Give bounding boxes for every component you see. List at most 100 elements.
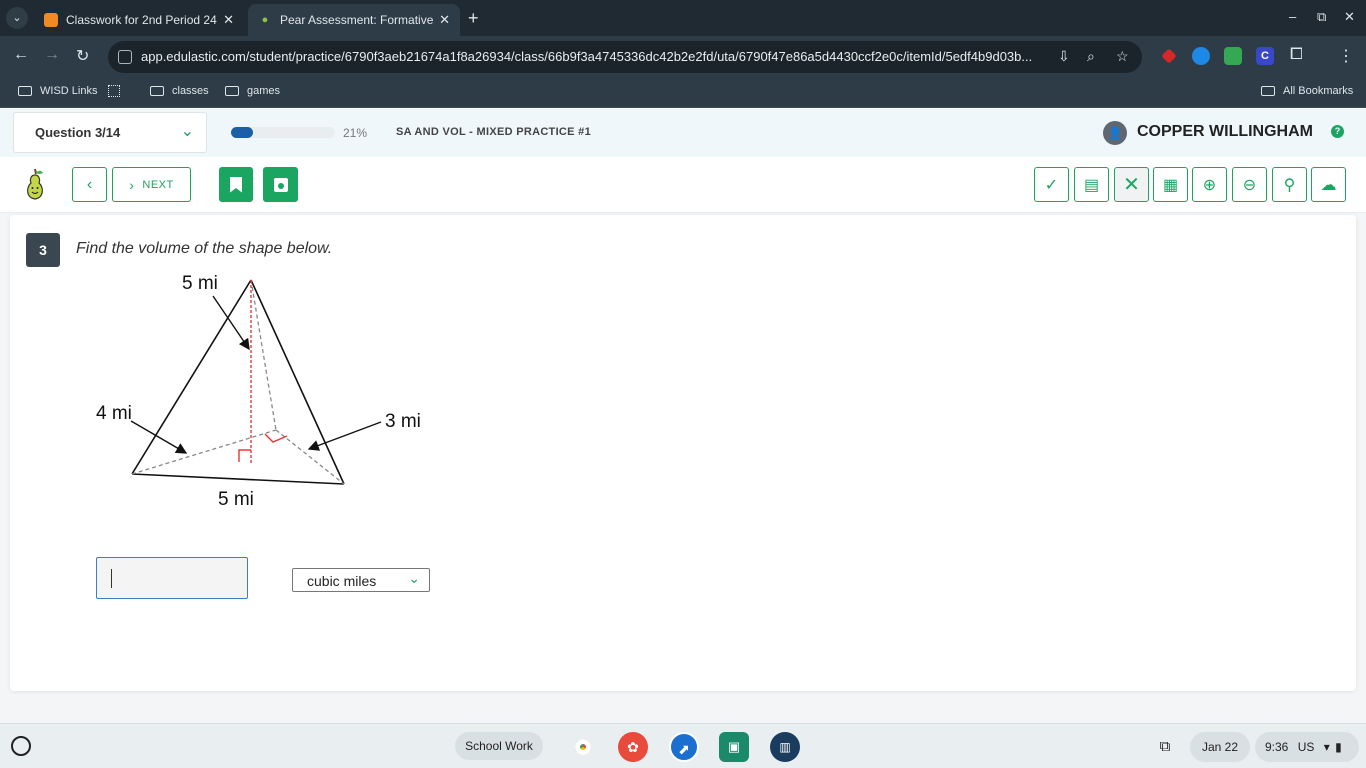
answer-eliminator-button[interactable]: ✕ — [1114, 167, 1149, 202]
answer-input-box[interactable] — [96, 557, 248, 599]
tab-pear-assessment[interactable]: ● Pear Assessment: Formative as ✕ — [248, 4, 460, 36]
pear-logo-icon — [27, 168, 43, 200]
status-tray[interactable]: 9:36 US ▾ ▮ — [1255, 732, 1359, 762]
extension-green-icon[interactable] — [1224, 47, 1242, 65]
folder-icon — [1261, 86, 1275, 96]
restore-icon[interactable]: ⧉ — [1317, 9, 1326, 25]
scratchpad-icon: ▤ — [1083, 176, 1100, 194]
bookmark-classes[interactable]: classes — [150, 85, 209, 97]
apps-grid-icon[interactable] — [108, 85, 128, 97]
launcher-icon[interactable] — [11, 736, 31, 756]
chevron-down-icon: ⌄ — [180, 123, 194, 140]
clipboard-icon[interactable]: ⧉ — [1150, 732, 1180, 762]
app-arrow-icon[interactable]: ⬈ — [669, 732, 699, 762]
locale: US — [1297, 740, 1315, 754]
all-bookmarks[interactable]: All Bookmarks — [1261, 85, 1353, 97]
zoom-out-icon: ⊖ — [1242, 176, 1257, 194]
user-avatar-icon[interactable]: 👤 — [1103, 121, 1127, 145]
text-caret — [111, 569, 112, 588]
scratchpad-button[interactable]: ▤ — [1074, 167, 1109, 202]
minimize-icon[interactable]: – — [1289, 9, 1296, 24]
tab-search-button[interactable]: ⌄ — [6, 7, 28, 29]
reload-icon[interactable]: ↻ — [76, 46, 89, 66]
next-button[interactable]: › NEXT — [112, 167, 191, 202]
install-app-icon[interactable]: ⇩ — [1058, 48, 1070, 65]
extension-pen-icon[interactable] — [1161, 48, 1177, 64]
folder-icon — [18, 86, 32, 96]
assessment-toolbar: ‹ › NEXT ✓ ▤ ✕ ▦ ⊕ ⊖ ⚲ ☁ — [0, 157, 1366, 213]
check-answer-button[interactable]: ✓ — [1034, 167, 1069, 202]
back-icon[interactable]: ← — [13, 46, 29, 64]
zoom-out-button[interactable]: ⊖ — [1232, 167, 1267, 202]
unit-selected-value: cubic miles — [307, 573, 377, 589]
unit-dropdown[interactable]: cubic miles ⌄ — [292, 568, 430, 592]
progress-fill — [231, 127, 253, 138]
pyramid-figure: 5 mi 4 mi 3 mi 5 mi — [96, 273, 421, 510]
tab-close-icon[interactable]: ✕ — [439, 12, 450, 28]
left-edge-label: 4 mi — [96, 403, 132, 424]
assignment-title: SA AND VOL - MIXED PRACTICE #1 — [396, 126, 592, 138]
save-icon — [273, 177, 288, 192]
app-chart-icon[interactable]: ▥ — [770, 732, 800, 762]
bookmarks-bar: WISD Links classes games All Bookmarks — [0, 78, 1366, 108]
magnifier-button[interactable]: ⚲ — [1272, 167, 1307, 202]
extension-blue-icon[interactable] — [1192, 47, 1210, 65]
wifi-icon: ▾ — [1323, 740, 1330, 754]
question-number: 3 — [26, 233, 60, 267]
extensions-puzzle-icon[interactable]: ⧠ — [1290, 46, 1303, 64]
browser-tabstrip: ⌄ Classwork for 2nd Period 24-25 ✕ ● Pea… — [0, 0, 1366, 36]
folder-icon — [150, 86, 164, 96]
height-label: 5 mi — [182, 273, 218, 294]
bookmark-star-icon[interactable]: ☆ — [1116, 48, 1129, 65]
address-bar[interactable]: app.edulastic.com/student/practice/6790f… — [108, 41, 1142, 73]
right-edge-label: 3 mi — [385, 411, 421, 432]
app-card-icon[interactable]: ▣ — [719, 732, 749, 762]
chrome-icon[interactable] — [568, 732, 598, 762]
date-display[interactable]: Jan 22 — [1190, 732, 1250, 762]
bookmark-icon — [230, 176, 242, 193]
site-info-icon[interactable] — [118, 50, 132, 64]
paint-icon[interactable]: ✿ — [618, 732, 648, 762]
user-name[interactable]: COPPER WILLINGHAM — [1137, 123, 1313, 141]
desk-button[interactable]: School Work — [455, 732, 543, 760]
magnifier-icon: ⚲ — [1283, 176, 1296, 194]
progress-bar — [231, 127, 335, 138]
zoom-icon[interactable]: ⌕ — [1087, 48, 1095, 65]
question-selector[interactable]: Question 3/14 ⌄ — [13, 112, 207, 153]
check-icon: ✓ — [1044, 176, 1059, 194]
browser-menu-icon[interactable]: ⋮ — [1338, 46, 1354, 66]
os-shelf: School Work ✿ ⬈ ▣ ▥ ⧉ Jan 22 9:36 US ▾ ▮ — [0, 723, 1366, 768]
previous-button[interactable]: ‹ — [72, 167, 107, 202]
bookmark-button[interactable] — [219, 167, 253, 202]
help-icon[interactable]: ? — [1331, 125, 1344, 138]
tab-close-icon[interactable]: ✕ — [223, 12, 234, 28]
new-tab-icon[interactable]: + — [468, 8, 479, 29]
base-edge-label: 5 mi — [218, 489, 254, 510]
question-prompt: Find the volume of the shape below. — [76, 240, 333, 257]
tab-classwork[interactable]: Classwork for 2nd Period 24-25 ✕ — [34, 4, 244, 36]
answer-input[interactable] — [97, 558, 247, 598]
window-close-icon[interactable]: ✕ — [1344, 9, 1355, 25]
calculator-button[interactable]: ▦ — [1153, 167, 1188, 202]
extension-c-icon[interactable]: C — [1256, 47, 1274, 65]
clock: 9:36 — [1265, 740, 1289, 754]
chevron-down-icon: ⌄ — [408, 570, 420, 586]
classroom-favicon-icon — [44, 13, 58, 27]
zoom-in-icon: ⊕ — [1202, 176, 1217, 194]
bookmark-wisd-links[interactable]: WISD Links — [18, 85, 97, 97]
bookmark-games[interactable]: games — [225, 85, 280, 97]
zoom-in-button[interactable]: ⊕ — [1192, 167, 1227, 202]
progress-percent: 21% — [343, 126, 368, 140]
tab-title: Classwork for 2nd Period 24-25 — [66, 13, 217, 27]
url-text[interactable]: app.edulastic.com/student/practice/6790f… — [141, 49, 1051, 64]
save-button[interactable] — [263, 167, 298, 202]
battery-icon: ▮ — [1335, 740, 1342, 754]
question-selector-label: Question 3/14 — [35, 125, 121, 140]
pear-favicon-icon: ● — [261, 14, 269, 26]
forward-icon[interactable]: → — [44, 46, 60, 64]
chevron-right-icon: › — [129, 176, 135, 193]
folder-icon — [225, 86, 239, 96]
upload-button[interactable]: ☁ — [1311, 167, 1346, 202]
calculator-icon: ▦ — [1162, 176, 1179, 194]
browser-toolbar: ← → ↻ app.edulastic.com/student/practice… — [0, 36, 1366, 78]
